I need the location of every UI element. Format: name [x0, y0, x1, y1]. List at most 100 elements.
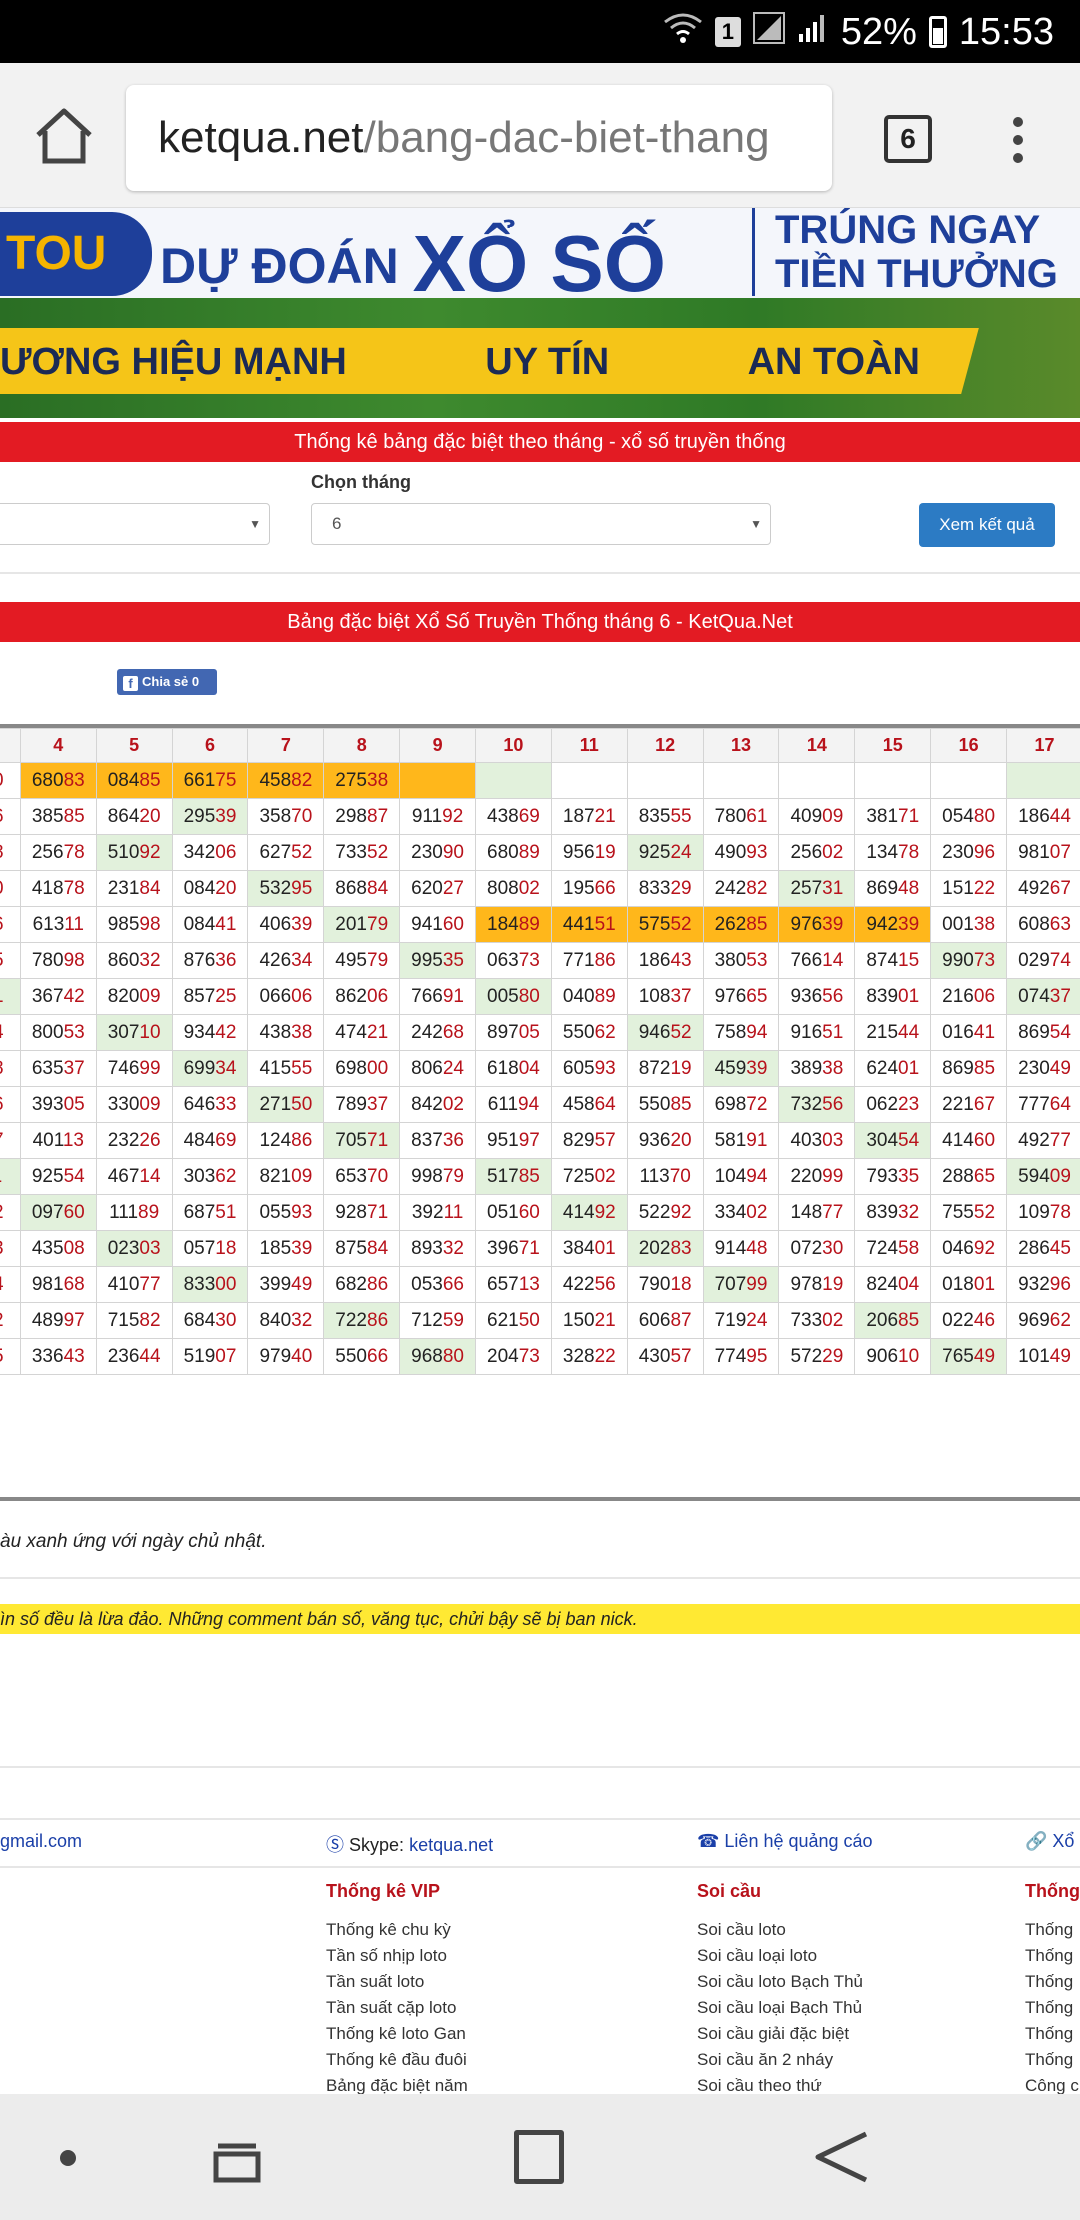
facebook-icon: f [123, 676, 138, 691]
year-select[interactable]: ▼ [0, 503, 270, 545]
day-header: 10 [475, 728, 552, 763]
result-cell: 23090 [399, 834, 477, 871]
result-cell [399, 762, 477, 799]
result-cell: 60863 [1006, 906, 1080, 943]
result-cell: 62150 [475, 1302, 552, 1339]
nav-dot-icon[interactable] [60, 2150, 76, 2166]
result-cell: 82957 [550, 1122, 628, 1159]
footer-vip-link[interactable]: Tần số nhịp loto [326, 1943, 468, 1969]
result-cell: 71582 [95, 1302, 173, 1339]
day-header: 3 [0, 728, 21, 763]
result-cell: 60687 [626, 1302, 704, 1339]
result-cell: 68751 [171, 1194, 249, 1231]
result-cell: 90610 [854, 1338, 932, 1375]
result-cell: 0740 [0, 870, 21, 907]
recent-apps-icon[interactable] [212, 2134, 262, 2184]
result-cell: 93296 [1006, 1266, 1080, 1303]
footer-soicau-link[interactable]: Soi cầu loại loto [697, 1943, 863, 1969]
result-cell: 61311 [19, 906, 97, 943]
banner-brand: TOU [0, 212, 152, 296]
footer-vip-link[interactable]: Tần suất loto [326, 1969, 468, 1995]
email-link[interactable]: gmail.com [0, 1831, 82, 1852]
divider [0, 1866, 1080, 1868]
footer-vip-link[interactable]: Thống kê đầu đuôi [326, 2047, 468, 2073]
footer-soicau-link[interactable]: Soi cầu giải đặc biệt [697, 2021, 863, 2047]
result-cell: 89332 [399, 1230, 477, 1267]
result-cell: 20283 [626, 1230, 704, 1267]
ad-banner[interactable]: TOU DỰ ĐOÁN XỔ SỐ TRÚNG NGAY TIỀN THƯỞNG … [0, 208, 1080, 418]
footer-soicau-title: Soi cầu [697, 1881, 762, 1901]
result-cell: 05366 [399, 1266, 477, 1303]
url-bar[interactable]: ketqua.net/bang-dac-biet-thang [126, 85, 832, 191]
result-cell: 10837 [626, 978, 704, 1015]
result-cell: 62027 [399, 870, 477, 907]
ads-contact-link[interactable]: ☎ Liên hệ quảng cáo [697, 1831, 873, 1852]
footer-thongke-link[interactable]: Thống [1025, 1917, 1079, 1943]
result-cell: 77764 [1006, 1086, 1080, 1123]
result-cell: 24268 [399, 1014, 477, 1051]
result-cell: 52292 [626, 1194, 704, 1231]
footer-soicau-link[interactable]: Soi cầu loto [697, 1917, 863, 1943]
result-cell: 05718 [171, 1230, 249, 1267]
result-cell: 06373 [475, 942, 552, 979]
month-select[interactable]: 6 ▼ [311, 503, 771, 545]
status-bar: 1 52% 15:53 [0, 0, 1080, 63]
footer-thongke-link[interactable]: Thống [1025, 2021, 1079, 2047]
result-cell: 46714 [95, 1158, 173, 1195]
result-cell: 75894 [702, 1014, 780, 1051]
result-cell: 6575 [0, 1338, 21, 1375]
result-cell: 27538 [323, 762, 401, 799]
result-cell [702, 762, 780, 799]
footer-thongke-link[interactable]: Thống [1025, 2047, 1079, 2073]
footer-thongke-link[interactable]: Thống [1025, 1943, 1079, 1969]
view-results-button[interactable]: Xem kết quả [919, 503, 1055, 547]
result-cell: 77186 [550, 942, 628, 979]
skype-link[interactable]: Ⓢ Skype: ketqua.net [326, 1831, 493, 1857]
tab-switcher-button[interactable]: 6 [884, 115, 932, 163]
result-cell: 38585 [19, 798, 97, 835]
result-cell: 33009 [95, 1086, 173, 1123]
result-cell: 89705 [475, 1014, 552, 1051]
result-cell: 94160 [399, 906, 477, 943]
table-row: 6412489977158268430840327228671259621501… [0, 1302, 1080, 1339]
result-cell: 41555 [247, 1050, 325, 1087]
footer-vip-link[interactable]: Thống kê loto Gan [326, 2021, 468, 2047]
xoso-link[interactable]: 🔗 Xổ s [1025, 1831, 1080, 1852]
footer-soicau-link[interactable]: Soi cầu loto Bạch Thủ [697, 1969, 863, 1995]
result-cell: 51092 [95, 834, 173, 871]
result-cell: 74699 [95, 1050, 173, 1087]
result-cell: 18489 [475, 906, 552, 943]
overflow-menu-icon[interactable] [998, 111, 1038, 171]
result-cell: 15021 [550, 1302, 628, 1339]
result-cell: 95197 [475, 1122, 552, 1159]
facebook-share-button[interactable]: f Chia sẻ 0 [117, 669, 217, 695]
result-cell: 18721 [550, 798, 628, 835]
home-icon[interactable] [30, 103, 98, 171]
footer-thongke-link[interactable]: Thống [1025, 1995, 1079, 2021]
result-cell: 83901 [854, 978, 932, 1015]
result-cell: 38401 [550, 1230, 628, 1267]
footer-soicau-link[interactable]: Soi cầu loại Bạch Thủ [697, 1995, 863, 2021]
result-cell: 43508 [19, 1230, 97, 1267]
result-cell: 97639 [778, 906, 856, 943]
result-cell: 09760 [19, 1194, 97, 1231]
result-cell: 93620 [626, 1122, 704, 1159]
back-icon[interactable] [812, 2130, 872, 2184]
result-cell: 80802 [475, 870, 552, 907]
result-cell: 82109 [247, 1158, 325, 1195]
wifi-icon [663, 11, 703, 54]
footer-vip-link[interactable]: Tần suất cặp loto [326, 1995, 468, 2021]
home-button-icon[interactable] [514, 2130, 564, 2184]
result-cell: 39949 [247, 1266, 325, 1303]
footer-soicau-link[interactable]: Soi cầu ăn 2 nháy [697, 2047, 863, 2073]
footer-thongke-link[interactable]: Thống [1025, 1969, 1079, 1995]
result-cell: 27150 [247, 1086, 325, 1123]
footer-vip-title: Thống kê VIP [326, 1881, 441, 1901]
result-cell: 0346 [0, 798, 21, 835]
result-cell: 69872 [702, 1086, 780, 1123]
day-header: 11 [550, 728, 628, 763]
result-cell: 96962 [1006, 1302, 1080, 1339]
result-cell: 10494 [702, 1158, 780, 1195]
result-cell: 87584 [323, 1230, 401, 1267]
footer-vip-link[interactable]: Thống kê chu kỳ [326, 1917, 468, 1943]
